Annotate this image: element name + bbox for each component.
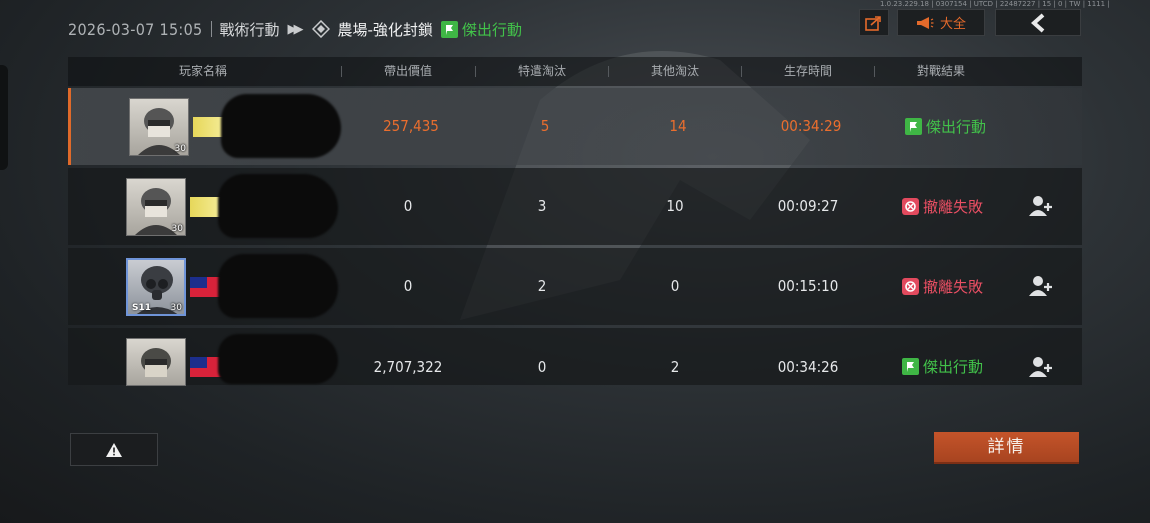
add-friend-icon[interactable]	[1028, 194, 1054, 218]
special-kills: 5	[540, 117, 550, 135]
header-result: 傑出行動	[440, 19, 522, 40]
column-header: 玩家名稱	[178, 64, 227, 78]
player-avatar[interactable]: 30	[126, 178, 186, 236]
match-result: 撤離失敗	[902, 248, 983, 325]
left-edge-handle	[0, 65, 8, 170]
header-divider	[210, 21, 212, 37]
redacted-player-name	[218, 254, 338, 318]
success-flag-icon	[905, 118, 922, 135]
add-friend-icon[interactable]	[1028, 274, 1054, 298]
player-level: 30	[174, 144, 186, 154]
back-button[interactable]	[995, 9, 1081, 36]
survival-time: 00:09:27	[777, 197, 839, 215]
match-result: 傑出行動	[902, 338, 983, 395]
column-header: 對戰結果	[916, 64, 965, 78]
match-datetime: 2026-03-07 15:05	[68, 19, 203, 39]
report-button[interactable]	[70, 433, 158, 466]
scoreboard-table: 玩家名稱 帶出價值 特遣淘汰 其他淘汰 生存時間 對戰結果 30 257,435…	[68, 57, 1082, 386]
other-kills: 2	[670, 358, 680, 376]
warning-icon	[106, 442, 122, 457]
table-row[interactable]: 2,707,322 0 2 00:34:26 傑出行動	[68, 328, 1082, 386]
carry-value: 0	[403, 197, 413, 215]
success-flag-icon	[902, 358, 919, 375]
other-kills: 0	[670, 277, 680, 295]
share-button[interactable]	[859, 9, 889, 36]
match-result-label: 撤離失敗	[923, 198, 984, 216]
header-result-label: 傑出行動	[461, 20, 522, 39]
megaphone-icon	[916, 16, 934, 29]
player-avatar[interactable]: 30	[129, 98, 189, 156]
header-divider	[608, 66, 609, 77]
special-kills: 3	[537, 197, 547, 215]
match-header: 2026-03-07 15:05 戰術行動 ▶▶ 農場-強化封鎖 傑出行動	[68, 16, 522, 42]
soldier-portrait-icon	[141, 348, 171, 377]
player-level: 30	[170, 303, 182, 313]
add-friend-icon[interactable]	[1028, 355, 1054, 379]
player-avatar[interactable]: S11 30	[126, 258, 186, 316]
carry-value: 257,435	[383, 117, 439, 135]
fail-icon	[902, 278, 919, 295]
match-result-label: 傑出行動	[923, 358, 984, 376]
header-divider	[874, 66, 875, 77]
table-row[interactable]: 30 257,435 5 14 00:34:29 傑出行動	[68, 88, 1082, 165]
map-diamond-icon	[311, 20, 330, 38]
special-kills: 2	[537, 277, 547, 295]
redacted-player-name	[218, 334, 338, 384]
carry-value: 0	[403, 277, 413, 295]
header-divider	[741, 66, 742, 77]
details-button[interactable]: 詳情	[934, 432, 1079, 464]
fail-icon	[902, 198, 919, 215]
share-icon	[865, 15, 881, 31]
table-row[interactable]: S11 30 0 2 0 00:15:10 撤離失敗	[68, 248, 1082, 325]
column-header: 生存時間	[783, 64, 832, 78]
column-header: 特遣淘汰	[517, 64, 566, 78]
header-divider	[475, 66, 476, 77]
other-kills: 10	[666, 197, 684, 215]
horn-label: 大全	[939, 17, 966, 32]
other-kills: 14	[669, 117, 687, 135]
success-flag-icon	[440, 20, 458, 38]
header-divider	[341, 66, 342, 77]
table-row[interactable]: 30 0 3 10 00:09:27 撤離失敗	[68, 168, 1082, 245]
match-result: 撤離失敗	[902, 168, 983, 245]
double-chevron-icon: ▶▶	[287, 21, 304, 37]
carry-value: 2,707,322	[373, 358, 443, 376]
redacted-player-name	[218, 174, 338, 238]
horn-button[interactable]: 大全	[897, 9, 985, 36]
player-avatar[interactable]	[126, 338, 186, 386]
map-name: 農場-強化封鎖	[337, 20, 433, 39]
survival-time: 00:15:10	[777, 277, 839, 295]
survival-time: 00:34:29	[780, 117, 842, 135]
table-header: 玩家名稱 帶出價值 特遣淘汰 其他淘汰 生存時間 對戰結果	[68, 57, 1082, 86]
match-mode: 戰術行動	[219, 20, 280, 39]
player-tag: S11	[132, 303, 152, 313]
redacted-player-name	[221, 94, 341, 158]
column-header: 帶出價值	[383, 64, 432, 78]
build-info-text: 1.0.23.229.18 | 0307154 | UTCD | 2248722…	[880, 0, 1110, 8]
player-level: 30	[171, 224, 183, 234]
match-result-label: 傑出行動	[926, 118, 987, 136]
special-kills: 0	[537, 358, 547, 376]
column-header: 其他淘汰	[650, 64, 699, 78]
match-result: 傑出行動	[905, 88, 986, 165]
survival-time: 00:34:26	[777, 358, 839, 376]
chevron-left-icon	[1030, 13, 1045, 32]
match-result-label: 撤離失敗	[923, 278, 984, 296]
